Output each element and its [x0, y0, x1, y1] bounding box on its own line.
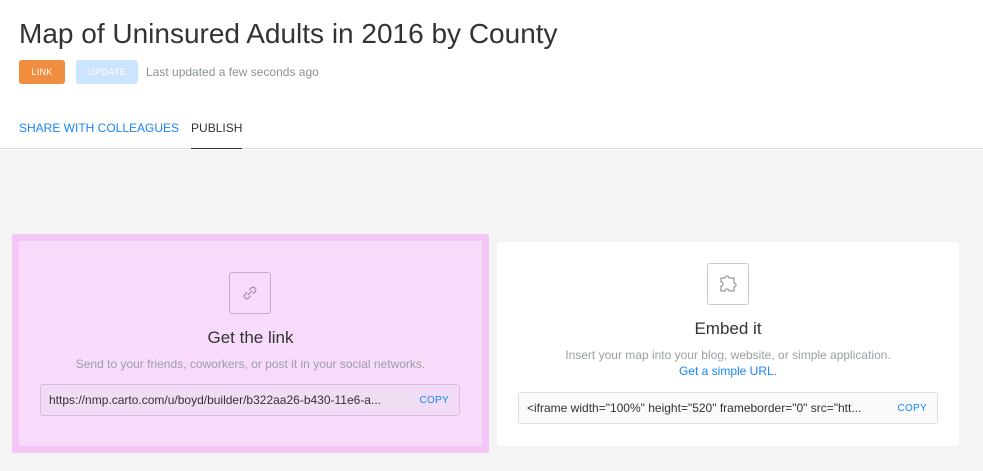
page-title: Map of Uninsured Adults in 2016 by Count…	[19, 18, 558, 49]
link-badge[interactable]: LINK	[19, 60, 65, 84]
puzzle-icon	[707, 263, 749, 305]
embed-code-value[interactable]: <iframe width="100%" height="520" frameb…	[527, 401, 887, 415]
update-button[interactable]: UPDATE	[76, 60, 138, 84]
embed-title: Embed it	[694, 319, 762, 338]
publish-panel: Get the link Send to your friends, cowor…	[0, 150, 983, 471]
copy-link-button[interactable]: COPY	[419, 395, 449, 406]
embed-description: Insert your map into your blog, website,…	[565, 348, 891, 362]
link-url-field[interactable]: https://nmp.carto.com/u/boyd/builder/b32…	[40, 384, 460, 416]
status-row: LINK UPDATE Last updated a few seconds a…	[19, 60, 319, 84]
copy-embed-button[interactable]: COPY	[897, 403, 927, 414]
tab-bar: SHARE WITH COLLEAGUES PUBLISH	[19, 120, 254, 149]
last-updated-text: Last updated a few seconds ago	[146, 65, 319, 79]
link-url-value[interactable]: https://nmp.carto.com/u/boyd/builder/b32…	[49, 393, 409, 407]
embed-card[interactable]: Embed it Insert your map into your blog,…	[497, 242, 959, 446]
get-link-card[interactable]: Get the link Send to your friends, cowor…	[12, 234, 489, 453]
get-link-title: Get the link	[207, 328, 294, 347]
get-link-description: Send to your friends, coworkers, or post…	[75, 357, 426, 371]
embed-description-block: Insert your map into your blog, website,…	[497, 347, 959, 379]
tab-publish[interactable]: PUBLISH	[191, 120, 243, 149]
simple-url-link[interactable]: Get a simple URL.	[497, 363, 959, 379]
tab-share-with-colleagues[interactable]: SHARE WITH COLLEAGUES	[19, 120, 179, 149]
header: Map of Uninsured Adults in 2016 by Count…	[0, 0, 983, 149]
embed-code-field[interactable]: <iframe width="100%" height="520" frameb…	[518, 392, 938, 424]
link-icon	[229, 272, 271, 314]
